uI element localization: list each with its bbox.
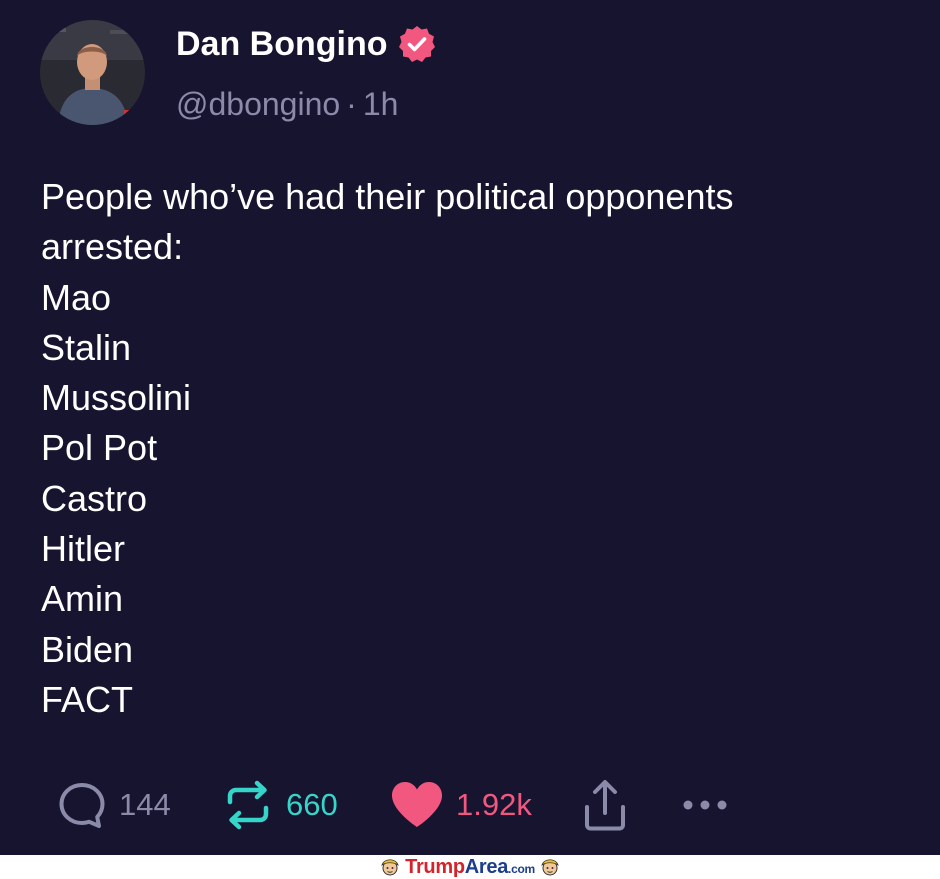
post-line: Castro	[41, 477, 148, 519]
cartoon-face-icon	[381, 859, 399, 876]
comment-bubble-icon	[59, 783, 105, 828]
post-line: Biden	[41, 628, 134, 670]
author-display-name[interactable]: Dan Bongino	[176, 22, 388, 66]
post-card: Dan Bongino @dbongino · 1h People who’ve h…	[0, 0, 940, 855]
share-upload-icon	[585, 780, 625, 831]
watermark-footer: TrumpArea.com	[0, 855, 940, 879]
post-line: Pol Pot	[41, 427, 158, 469]
verified-badge-icon	[399, 26, 435, 62]
post-line: Stalin	[41, 326, 132, 368]
author-meta: @dbongino · 1h	[176, 83, 398, 125]
post-actions-bar: 144 660 1.92k	[0, 770, 940, 840]
post-line: Amin	[41, 578, 124, 620]
post-line: arrested:	[41, 226, 184, 268]
post-line: Hitler	[41, 528, 126, 570]
reply-button[interactable]: 144	[57, 770, 171, 840]
repost-count: 660	[286, 787, 338, 822]
cartoon-face-icon	[541, 859, 559, 876]
like-button[interactable]: 1.92k	[390, 770, 532, 840]
repost-button[interactable]: 660	[222, 770, 338, 840]
author-handle[interactable]: @dbongino	[176, 86, 340, 122]
avatar[interactable]	[40, 20, 145, 125]
brand-part-dotcom: .com	[508, 861, 535, 876]
watermark-brand: TrumpArea.com	[362, 855, 578, 879]
post-line: FACT	[41, 678, 134, 720]
post-text: People who’ve had their political oppone…	[41, 172, 901, 725]
more-dots-icon	[683, 800, 727, 810]
more-options-button[interactable]	[680, 770, 730, 840]
post-line: Mao	[41, 276, 112, 318]
watermark-text: TrumpArea.com	[405, 856, 535, 879]
post-line: People who’ve had their political oppone…	[41, 176, 734, 217]
brand-part-area: Area	[464, 855, 509, 878]
share-button[interactable]	[582, 770, 628, 840]
post-timestamp[interactable]: 1h	[363, 86, 399, 122]
like-count: 1.92k	[456, 787, 532, 822]
meta-separator: ·	[346, 86, 357, 122]
heart-icon	[392, 782, 442, 827]
reply-count: 144	[119, 787, 171, 822]
post-line: Mussolini	[41, 377, 192, 419]
repost-arrows-icon	[227, 780, 269, 830]
brand-part-trump: Trump	[405, 855, 465, 878]
avatar-photo	[40, 20, 145, 125]
